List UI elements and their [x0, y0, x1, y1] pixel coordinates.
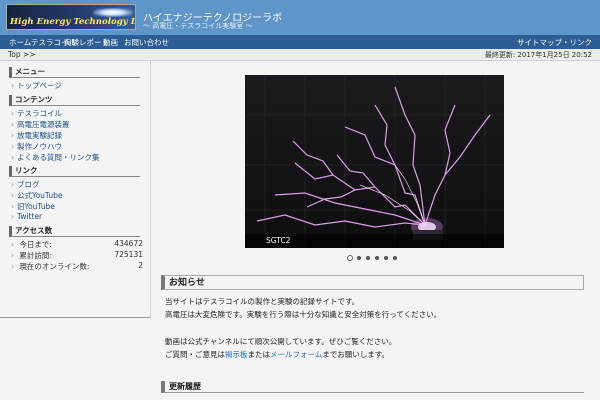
- stat-label: 累計訪問:: [19, 251, 52, 260]
- site-logo[interactable]: High Energy Technology Lab: [6, 4, 136, 30]
- section-heading-news: お知らせ: [161, 275, 584, 290]
- slideshow-dot[interactable]: [384, 256, 388, 260]
- sidebar-item-blog[interactable]: ブログ: [11, 179, 40, 190]
- lightning-photo: [245, 75, 504, 248]
- news-line-contact: ご質問・ご意見は掲示板またはメールフォームまでお願いします。: [165, 349, 389, 360]
- stat-row: 累計訪問: 725131: [11, 250, 143, 261]
- stat-label: 今日まで:: [19, 240, 52, 249]
- main-content: SGTC2 お知らせ 当サイトはテスラコイルの製作と実験の記録サイトです。 高電…: [151, 61, 600, 400]
- breadcrumb-bar: Top >> 最終更新: 2017年1月25日 20:52: [0, 49, 600, 61]
- nav-sitemap-link[interactable]: サイトマップ・リンク: [517, 37, 592, 48]
- sidebar-item-youtube-old[interactable]: 旧YouTube: [11, 201, 55, 212]
- sidebar-content-heading: コンテンツ: [9, 95, 140, 106]
- slideshow-dot[interactable]: [366, 256, 370, 260]
- main-nav: ホーム テスラコイル 実験レポート 動画 お問い合わせ サイトマップ・リンク: [0, 35, 600, 49]
- sidebar-menu-heading: メニュー: [9, 67, 140, 78]
- slideshow-dot[interactable]: [357, 256, 361, 260]
- sidebar-item-twitter[interactable]: Twitter: [11, 212, 42, 221]
- news-text: ご質問・ご意見は: [165, 350, 225, 359]
- sidebar-item-top[interactable]: トップページ: [11, 80, 62, 91]
- sidebar-stats-heading: アクセス数: [9, 226, 140, 237]
- stat-label: 現在のオンライン数:: [19, 262, 90, 271]
- sidebar: メニュー トップページ コンテンツ テスラコイル 高電圧電源装置 放電実験記録 …: [0, 61, 151, 318]
- site-header: High Energy Technology Lab ハイエナジーテクノロジーラ…: [0, 0, 600, 35]
- slideshow-caption: SGTC2: [266, 236, 291, 245]
- sidebar-item-faq[interactable]: よくある質問・リンク集: [11, 152, 100, 163]
- slideshow-dot[interactable]: [393, 256, 397, 260]
- site-subtitle: ～ 高電圧・テスラコイル実験室 ～: [143, 22, 253, 30]
- stat-row: 現在のオンライン数: 2: [11, 261, 143, 272]
- sidebar-item-youtube-official[interactable]: 公式YouTube: [11, 190, 63, 201]
- section-heading-history: 更新履歴: [161, 381, 584, 393]
- sidebar-item-knowhow[interactable]: 製作ノウハウ: [11, 141, 62, 152]
- nav-item-home[interactable]: ホーム: [9, 37, 31, 48]
- logo-text: High Energy Technology Lab: [10, 17, 136, 27]
- slideshow-dot[interactable]: [375, 256, 379, 260]
- news-text: までお願いします。: [322, 350, 390, 359]
- stat-row: 今日まで: 434672: [11, 239, 143, 250]
- mail-form-link[interactable]: メールフォーム: [270, 350, 322, 359]
- slideshow-dot[interactable]: [347, 255, 353, 261]
- news-line: 当サイトはテスラコイルの製作と実験の記録サイトです。: [165, 297, 360, 306]
- sidebar-links-heading: リンク: [9, 166, 140, 177]
- stat-value: 725131: [114, 250, 143, 259]
- forum-link[interactable]: 掲示板: [225, 350, 248, 359]
- logo-glow: [93, 8, 133, 17]
- news-line: 動画は公式チャンネルにて順次公開しています。ぜひご覧ください。: [165, 337, 397, 346]
- nav-item-videos[interactable]: 動画: [103, 37, 118, 48]
- breadcrumb[interactable]: Top >>: [8, 50, 36, 59]
- news-text: または: [247, 350, 271, 359]
- last-updated: 最終更新: 2017年1月25日 20:52: [484, 51, 592, 59]
- slideshow-image[interactable]: SGTC2: [245, 75, 504, 248]
- sidebar-item-tesla[interactable]: テスラコイル: [11, 108, 62, 119]
- stat-value: 434672: [114, 239, 143, 248]
- sidebar-item-records[interactable]: 放電実験記録: [11, 130, 62, 141]
- news-line: 高電圧は大変危険です。実験を行う際は十分な知識と安全対策を行ってください。: [165, 310, 442, 319]
- sidebar-item-power[interactable]: 高電圧電源装置: [11, 119, 70, 130]
- stat-value: 2: [138, 261, 143, 270]
- slideshow-caption-bar: SGTC2: [245, 234, 504, 248]
- nav-item-contact[interactable]: お問い合わせ: [124, 37, 169, 48]
